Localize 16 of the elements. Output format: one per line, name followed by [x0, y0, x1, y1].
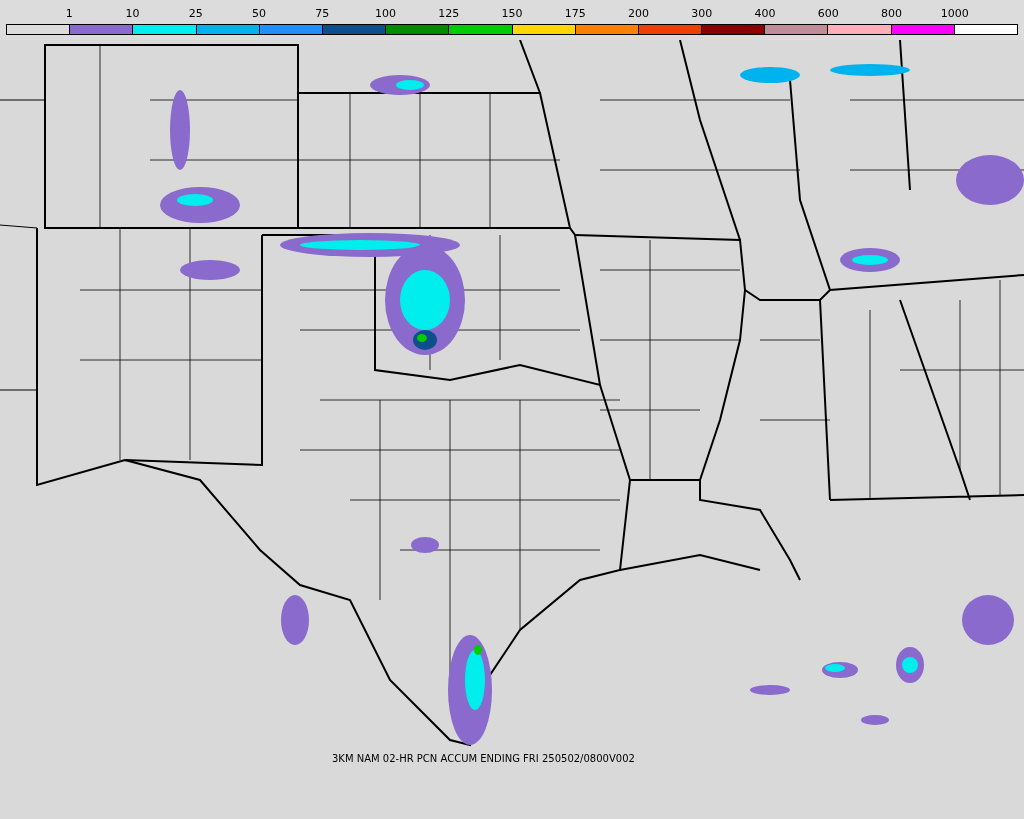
legend-label: 300	[691, 7, 713, 22]
legend-label: 200	[628, 7, 649, 22]
legend-label: 400	[754, 7, 776, 22]
map-caption: 3KM NAM 02-HR PCN ACCUM ENDING FRI 250502/0800V002	[332, 753, 635, 765]
legend-label: 25	[188, 7, 203, 22]
legend-label: 1	[65, 7, 73, 22]
legend-label: 800	[881, 7, 902, 22]
legend-label: 1000	[940, 7, 969, 22]
legend-label: 75	[315, 7, 330, 22]
legend-label: 10	[125, 7, 140, 22]
legend-label: 600	[817, 7, 839, 22]
legend-label: 100	[375, 7, 396, 22]
legend-label: 175	[564, 7, 586, 22]
legend-label: 125	[438, 7, 460, 22]
legend-label: 150	[501, 7, 523, 22]
legend-label: 50	[252, 7, 266, 22]
